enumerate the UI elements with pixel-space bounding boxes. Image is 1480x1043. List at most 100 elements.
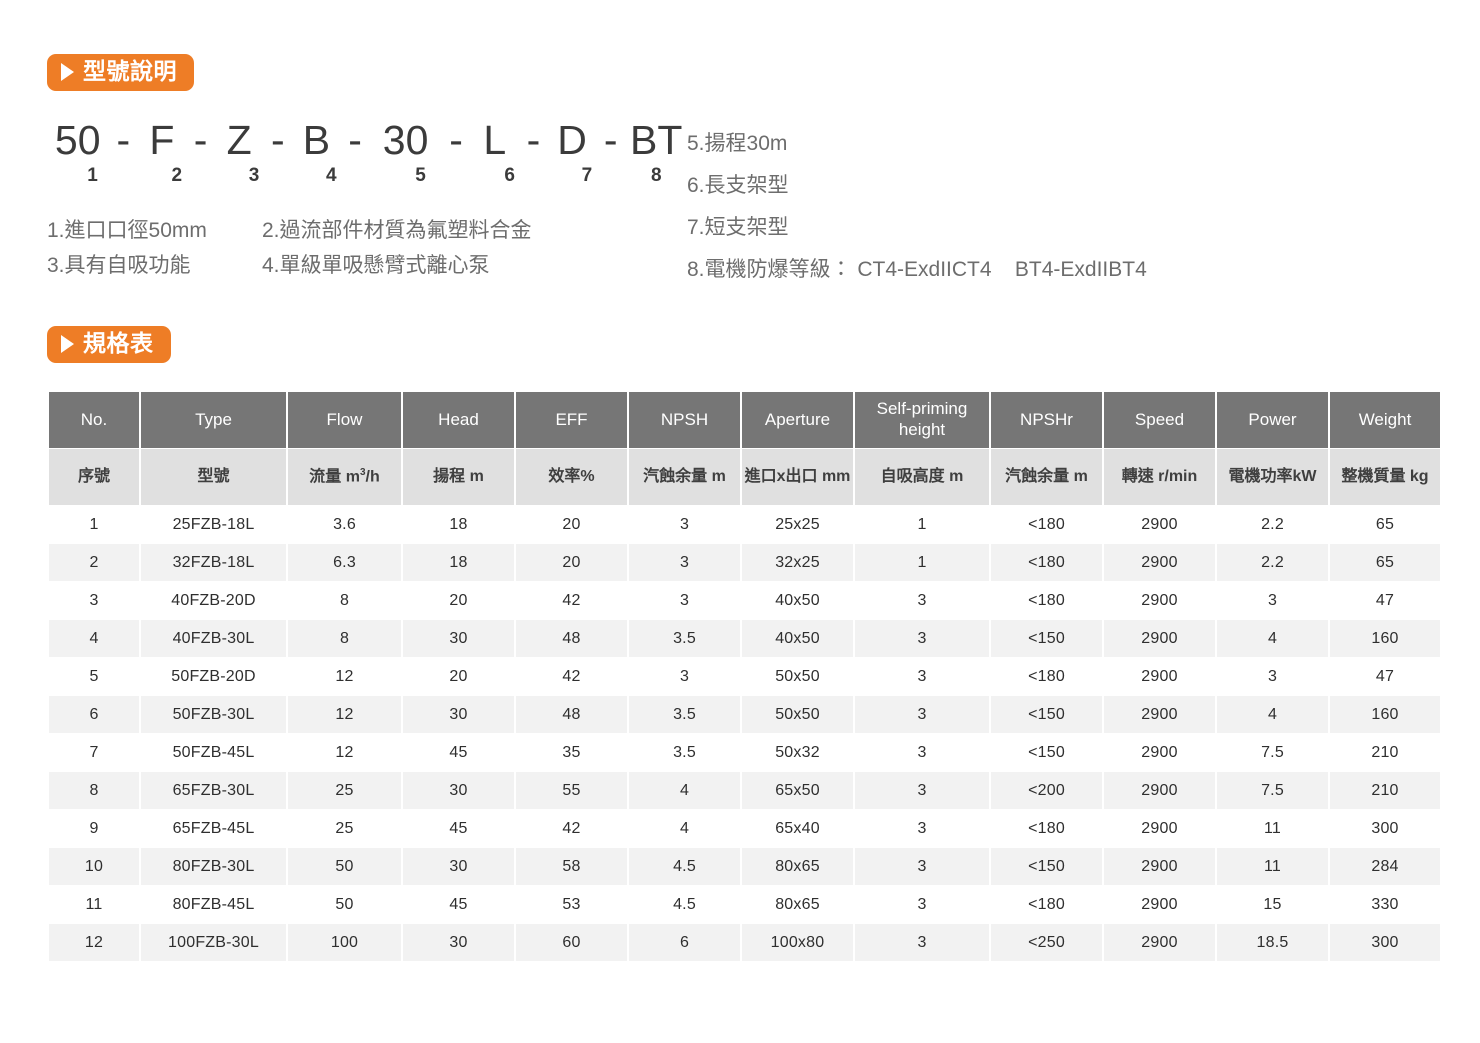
table-cell-flow: 50 [288,848,401,885]
table-cell-type: 50FZB-45L [141,734,286,771]
table-cell-type: 25FZB-18L [141,506,286,543]
table-cell-aperture: 50x50 [742,658,853,695]
table-row: 2 32FZB-18L 6.3 18 20 3 32x25 1 <180 2900 2.2 65 [49,544,1440,581]
model-notes-right: 5.揚程30m 6.長支架型 7.短支架型 8.電機防爆等級： CT4-ExdI… [687,117,1147,291]
table-cell-aperture: 65x40 [742,810,853,847]
table-cell-npsh: 3.5 [629,696,740,733]
model-explanation-section: 型號說明 50- F - Z - B -30- L - D - BT 12345678 1.進口口徑5… [47,54,1437,291]
table-cell-npshr: <180 [991,582,1102,619]
table-header-en-8: Self-priming height [855,392,989,448]
table-cell-power: 11 [1217,810,1328,847]
table-header-zh-2: 型號 [141,449,286,505]
table-cell-weight: 210 [1330,772,1440,809]
specification-table: No. Type Flow Head EFF NPSH Aperture Self-primi… [47,391,1442,962]
table-header-en-7: Aperture [742,392,853,448]
table-cell-type: 65FZB-45L [141,810,286,847]
table-cell-head: 30 [403,924,514,961]
table-cell-flow: 6.3 [288,544,401,581]
table-cell-power: 7.5 [1217,734,1328,771]
table-header-zh-11: 電機功率kW [1217,449,1328,505]
table-cell-type: 80FZB-30L [141,848,286,885]
model-code-segment-4: B [302,117,331,163]
table-cell-npshr: <180 [991,544,1102,581]
table-cell-npsh: 4 [629,772,740,809]
model-code-index-2: 2 [171,165,183,186]
table-header-en-1: No. [49,392,139,448]
table-cell-eff: 58 [516,848,627,885]
model-code-index-7: 7 [581,165,593,186]
table-cell-weight: 210 [1330,734,1440,771]
table-cell-flow: 3.6 [288,506,401,543]
model-code-block: 50- F - Z - B -30- L - D - BT 12345678 1.進口口徑50mm 2… [47,117,687,291]
table-cell-aperture: 65x50 [742,772,853,809]
specification-table-badge-label: 規格表 [83,330,154,356]
model-code-index-3: 3 [248,165,260,186]
model-code-separator: - [116,117,131,163]
table-cell-self-priming-height: 3 [855,696,989,733]
table-cell-no: 3 [49,582,139,619]
table-cell-npshr: <180 [991,506,1102,543]
table-cell-aperture: 25x25 [742,506,853,543]
play-triangle-icon [61,334,74,353]
table-header-zh-3: 流量 m3/h [288,449,401,505]
table-cell-head: 30 [403,620,514,657]
table-cell-speed: 2900 [1104,506,1215,543]
table-cell-flow: 100 [288,924,401,961]
model-code-index-6: 6 [504,165,515,186]
table-cell-speed: 2900 [1104,810,1215,847]
table-cell-aperture: 80x65 [742,848,853,885]
table-row: 12 100FZB-30L 100 30 60 6 100x80 3 <250 2900 18.5 3… [49,924,1440,961]
table-cell-flow: 25 [288,810,401,847]
table-cell-no: 6 [49,696,139,733]
table-cell-weight: 47 [1330,658,1440,695]
table-cell-self-priming-height: 3 [855,810,989,847]
table-cell-npshr: <180 [991,658,1102,695]
table-header-en-6: NPSH [629,392,740,448]
model-code-index-1: 1 [87,165,98,186]
table-cell-no: 8 [49,772,139,809]
specification-table-badge: 規格表 [47,326,171,363]
table-cell-aperture: 80x65 [742,886,853,923]
table-row: 7 50FZB-45L 12 45 35 3.5 50x32 3 <150 2900 7.5 210 [49,734,1440,771]
model-note-3: 3.具有自吸功能 [47,254,191,278]
table-cell-type: 40FZB-20D [141,582,286,619]
table-cell-npsh: 4.5 [629,848,740,885]
table-cell-no: 2 [49,544,139,581]
table-cell-speed: 2900 [1104,658,1215,695]
table-cell-self-priming-height: 3 [855,658,989,695]
table-cell-power: 4 [1217,696,1328,733]
model-code: 50- F - Z - B -30- L - D - BT [47,117,687,163]
table-cell-no: 1 [49,506,139,543]
specification-table-section: 規格表 No. Type Flow Head EFF NPSH Aperture Self-p… [47,326,1440,962]
table-header-en-9: NPSHr [991,392,1102,448]
model-code-index-numbers: 1 2 3 4 5 6 7 8 [47,165,687,187]
table-header-en-10: Speed [1104,392,1215,448]
table-cell-self-priming-height: 3 [855,924,989,961]
table-cell-head: 18 [403,506,514,543]
table-cell-self-priming-height: 3 [855,582,989,619]
table-cell-eff: 48 [516,696,627,733]
table-cell-no: 11 [49,886,139,923]
model-note-7: 7.短支架型 [687,216,789,239]
specification-table-wrapper: No. Type Flow Head EFF NPSH Aperture Self-primi… [47,391,1440,962]
table-cell-eff: 42 [516,810,627,847]
model-notes-left: 1.進口口徑50mm 2.過流部件材質為氟塑料合金 3.具有自吸功能 4.單級單… [47,213,687,284]
table-cell-aperture: 50x50 [742,696,853,733]
table-cell-flow: 8 [288,582,401,619]
model-note-6: 6.長支架型 [687,174,789,197]
table-cell-head: 45 [403,734,514,771]
table-cell-aperture: 40x50 [742,620,853,657]
table-cell-self-priming-height: 3 [855,848,989,885]
model-code-separator: - [270,117,285,163]
table-cell-eff: 48 [516,620,627,657]
table-cell-type: 50FZB-30L [141,696,286,733]
table-cell-speed: 2900 [1104,886,1215,923]
table-cell-head: 20 [403,658,514,695]
table-cell-head: 45 [403,810,514,847]
table-cell-type: 80FZB-45L [141,886,286,923]
model-code-separator: - [526,117,541,163]
model-code-index-5: 5 [415,165,426,186]
model-note-4: 4.單級單吸懸臂式離心泵 [262,254,490,278]
model-code-separator: - [193,117,208,163]
table-cell-flow: 12 [288,658,401,695]
